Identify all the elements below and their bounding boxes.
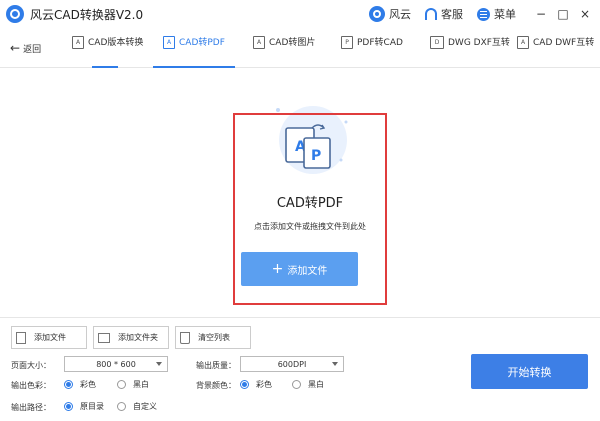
tab-cad-dwf[interactable]: A CAD DWF互转 [517, 36, 597, 68]
user-button[interactable]: 风云 [369, 6, 411, 22]
menu-icon [477, 7, 490, 21]
cad-dwf-icon: A [517, 36, 529, 49]
tab-label: CAD转图片 [269, 38, 316, 48]
dwg-dxf-icon: D [430, 36, 444, 49]
add-folder-label: 添加文件夹 [118, 333, 158, 342]
add-file-small-button[interactable]: 添加文件 [11, 326, 87, 349]
page-size-label: 页面大小： [11, 361, 51, 370]
trash-icon [180, 331, 190, 344]
drop-zone-title: CAD转PDF [276, 196, 344, 211]
page-size-value: 800 * 600 [96, 359, 136, 369]
tab-label: DWG DXF互转 [448, 38, 510, 48]
cad-version-icon: A [72, 36, 84, 49]
close-button[interactable]: × [574, 7, 596, 21]
back-label: 返回 [23, 44, 42, 55]
tab-label: CAD DWF互转 [533, 38, 595, 48]
bg-option-color[interactable]: 彩色 [240, 379, 272, 390]
quality-label: 输出质量： [196, 361, 236, 370]
color-option-label: 彩色 [80, 380, 96, 389]
title-bar-controls: 风云 客服 菜单 − □ × [369, 0, 600, 28]
tab-cad-to-image[interactable]: A CAD转图片 [253, 36, 323, 68]
bg-option-bw[interactable]: 黑白 [292, 379, 324, 390]
output-path-label: 输出路径： [11, 403, 51, 412]
tab-cad-version[interactable]: A CAD版本转换 [72, 36, 144, 68]
radio-checked-icon [240, 380, 249, 389]
back-button[interactable]: ← 返回 [10, 41, 41, 55]
radio-checked-icon [64, 402, 73, 411]
tab-label: CAD转PDF [179, 38, 225, 48]
bg-option-label: 彩色 [256, 380, 272, 389]
quality-value: 600DPI [277, 359, 307, 369]
tab-label: PDF转CAD [357, 38, 403, 48]
path-option-original[interactable]: 原目录 [64, 401, 104, 412]
tab-pdf-to-cad[interactable]: P PDF转CAD [341, 36, 411, 68]
headset-icon [425, 8, 437, 20]
add-file-small-label: 添加文件 [34, 333, 66, 342]
customer-service-button[interactable]: 客服 [425, 6, 463, 22]
color-option-bw[interactable]: 黑白 [117, 379, 149, 390]
app-logo-icon [6, 5, 24, 23]
start-convert-button[interactable]: 开始转换 [471, 354, 588, 389]
app-title: 风云CAD转换器V2.0 [30, 8, 144, 22]
color-label: 输出色彩： [11, 381, 51, 390]
color-option-label: 黑白 [133, 380, 149, 389]
minimize-button[interactable]: − [530, 7, 552, 21]
add-folder-button[interactable]: 添加文件夹 [93, 326, 169, 349]
radio-unchecked-icon [292, 380, 301, 389]
add-file-icon [16, 331, 26, 344]
add-folder-icon [98, 332, 110, 343]
bg-option-label: 黑白 [308, 380, 324, 389]
tab-cad-to-pdf[interactable]: A CAD转PDF [153, 36, 235, 68]
chevron-down-icon [156, 362, 162, 366]
tab-label: CAD版本转换 [88, 38, 144, 48]
clear-list-label: 清空列表 [198, 333, 230, 342]
add-file-label: 添加文件 [287, 265, 328, 277]
color-option-color[interactable]: 彩色 [64, 379, 96, 390]
radio-unchecked-icon [117, 402, 126, 411]
tab-dwg-dxf[interactable]: D DWG DXF互转 [430, 36, 510, 68]
page-size-select[interactable]: 800 * 600 [64, 356, 168, 372]
path-option-custom[interactable]: 自定义 [117, 401, 157, 412]
path-option-label: 原目录 [80, 402, 104, 411]
radio-checked-icon [64, 380, 73, 389]
bg-color-label: 背景颜色： [196, 381, 236, 390]
menu-button[interactable]: 菜单 [477, 6, 516, 22]
add-file-button[interactable]: + 添加文件 [241, 252, 358, 286]
plus-icon: + [271, 261, 284, 277]
cad-to-pdf-icon: A [163, 36, 175, 49]
user-label: 风云 [389, 8, 411, 21]
function-toolbar: ← 返回 A CAD版本转换 A CAD转PDF A CAD转图片 P PDF转… [0, 28, 600, 68]
back-arrow-icon: ← [10, 41, 21, 55]
menu-label: 菜单 [494, 8, 516, 21]
service-label: 客服 [441, 8, 463, 21]
quality-select[interactable]: 600DPI [240, 356, 344, 372]
chevron-down-icon [332, 362, 338, 366]
cad-to-image-icon: A [253, 36, 265, 49]
radio-unchecked-icon [117, 380, 126, 389]
maximize-button[interactable]: □ [552, 7, 574, 21]
title-bar: 风云CAD转换器V2.0 风云 客服 菜单 − □ × [0, 0, 600, 28]
pdf-to-cad-icon: P [341, 36, 353, 49]
drop-zone-hint: 点击添加文件或拖拽文件到此处 [254, 222, 366, 231]
user-icon [369, 6, 385, 22]
path-option-label: 自定义 [133, 402, 157, 411]
clear-list-button[interactable]: 清空列表 [175, 326, 251, 349]
